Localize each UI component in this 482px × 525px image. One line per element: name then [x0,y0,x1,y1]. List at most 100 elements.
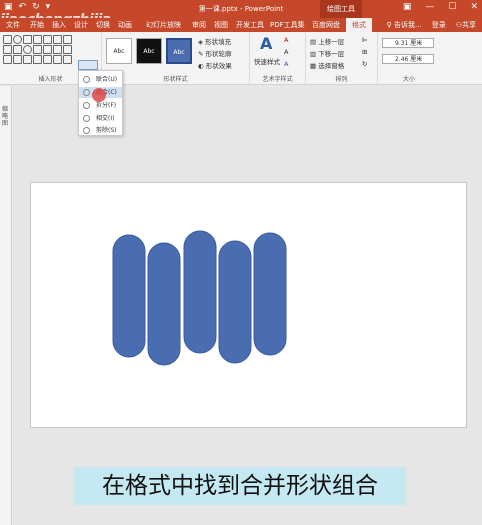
rotate-icon[interactable]: ↻ [362,60,367,68]
tab-insert[interactable]: 插入 [52,20,66,30]
subtract-icon [83,127,90,134]
text-outline-icon[interactable]: A [284,48,288,56]
arrange-group: ▤ 上移一层 ▥ 下移一层 ▦ 选择窗格 ⊫ ⊞ ↻ 排列 [306,32,378,85]
tab-format[interactable]: 格式 [346,18,372,32]
style-swatch-blue[interactable]: Abc [166,38,192,64]
tab-review[interactable]: 审阅 [192,20,206,30]
shape-plaque-icon[interactable] [63,55,72,64]
combine-icon [83,89,90,96]
merge-item-union[interactable]: 联合(U) [83,74,117,85]
shape-star-icon[interactable] [13,45,22,54]
shape-callout-icon[interactable] [53,45,62,54]
text-fill-icon[interactable]: A [284,36,288,44]
union-icon [83,76,90,83]
tab-home[interactable]: 开始 [30,20,44,30]
maximize-icon[interactable]: ☐ [448,2,456,12]
tab-slideshow[interactable]: 幻灯片放映 [146,20,181,30]
shape-gallery [3,35,72,64]
tab-pdf-tools[interactable]: PDF工具集 [270,20,305,30]
lightbulb-icon: ♀ [386,21,395,29]
merge-item-intersect[interactable]: 相交(I) [83,113,114,124]
shape-curve-icon[interactable] [43,45,52,54]
tab-transitions[interactable]: 切换 [96,20,110,30]
thumbnail-pane-label: 缩略图 [2,106,9,127]
tell-me-search[interactable]: ♀ 告诉我... [387,20,422,30]
send-backward-icon: ▥ [310,50,319,58]
shape-height-input[interactable]: 9.31 厘米 [382,38,434,48]
shape-line-icon[interactable] [23,35,32,44]
minimize-icon[interactable]: — [425,2,434,12]
shape-effects-button[interactable]: ◐ 形状效果 [198,60,232,70]
shape-pentagon-icon[interactable] [3,45,12,54]
shape-arrow-icon[interactable] [33,35,42,44]
powerpoint-window: ▣ ↶ ↻ ▾ 第一课.pptx - PowerPoint 绘图工具 ▣ — ☐… [0,0,482,525]
rounded-bar-4[interactable] [218,240,252,364]
tab-view[interactable]: 视图 [214,20,228,30]
wordart-styles-label: 艺术字样式 [262,76,293,83]
shape-triangle-icon[interactable] [43,35,52,44]
shape-moon-icon[interactable] [43,55,52,64]
tab-baidu-netdisk[interactable]: 百度网盘 [312,20,340,30]
tutorial-caption: 在格式中找到合并形状组合 [74,467,406,505]
tab-animations[interactable]: 动画 [118,20,132,30]
shape-cloud-icon[interactable] [13,55,22,64]
merge-shapes-button[interactable] [78,60,98,70]
shape-heart-icon[interactable] [23,55,32,64]
tab-file[interactable]: 文件 [6,20,20,30]
shape-outline-button[interactable]: ✎ 形状轮廓 [198,48,232,58]
shape-rect-icon[interactable] [3,35,12,44]
slide-shapes [112,230,287,366]
shape-width-input[interactable]: 2.46 厘米 [382,54,434,64]
effects-icon: ◐ [198,62,206,70]
merge-item-subtract[interactable]: 剪除(S) [83,125,117,136]
shape-oval-icon[interactable] [13,35,22,44]
window-controls: ▣ — ☐ ✕ [403,2,478,12]
ribbon: 插入形状 Abc Abc Abc ◈ 形状填充 ✎ 形状轮廓 ◐ 形状效果 形状… [0,32,482,85]
shape-fill-button[interactable]: ◈ 形状填充 [198,36,231,46]
wordart-a-icon[interactable]: A [260,34,272,53]
shape-textbox-icon[interactable] [63,35,72,44]
pen-icon: ✎ [198,50,206,58]
rounded-bar-3[interactable] [183,230,217,354]
shape-rounded-rect-icon[interactable] [53,35,62,44]
shape-brace-icon[interactable] [33,45,42,54]
sign-in-link[interactable]: 登录 [432,20,446,30]
shape-styles-label: 形状样式 [163,76,188,83]
rounded-bar-2[interactable] [147,242,181,366]
share-button[interactable]: ⚇共享 [456,20,476,30]
close-icon[interactable]: ✕ [470,2,478,12]
size-group: 9.31 厘米 2.46 厘米 大小 [378,32,440,85]
intersect-icon [83,115,90,122]
tab-design[interactable]: 设计 [74,20,88,30]
shape-styles-group: Abc Abc Abc ◈ 形状填充 ✎ 形状轮廓 ◐ 形状效果 形状样式 [102,32,250,85]
fragment-icon [83,102,90,109]
cursor-highlight [92,88,106,102]
ribbon-display-icon[interactable]: ▣ [403,2,412,12]
ribbon-tab-row: 文件 开始 插入 设计 切换 动画 幻灯片放映 审阅 视图 开发工具 PDF工具… [0,18,482,32]
rounded-bar-5[interactable] [253,232,287,356]
align-icon[interactable]: ⊫ [362,36,368,44]
bring-forward-icon: ▤ [310,38,319,46]
rounded-bar-1[interactable] [112,234,146,358]
bring-forward-button[interactable]: ▤ 上移一层 [310,36,344,46]
shape-wave-icon[interactable] [3,55,12,64]
shape-circle-icon[interactable] [23,45,32,54]
shape-sun-icon[interactable] [53,55,62,64]
size-label: 大小 [402,76,415,83]
group-icon[interactable]: ⊞ [362,48,367,56]
drawing-tools-label: 绘图工具 [320,0,362,18]
send-backward-button[interactable]: ▥ 下移一层 [310,48,344,58]
arrange-label: 排列 [335,76,348,83]
style-swatch-black[interactable]: Abc [136,38,162,64]
wordart-styles-group: A 快速样式 A A A 艺术字样式 [250,32,306,85]
tab-row-right: ♀ 告诉我... 登录 ⚇共享 [387,20,476,30]
tab-developer[interactable]: 开发工具 [236,20,264,30]
style-swatch-white[interactable]: Abc [106,38,132,64]
quick-styles-button[interactable]: 快速样式 [254,56,280,66]
thumbnail-pane[interactable]: 缩略图 [0,86,12,525]
text-effects-icon[interactable]: A [284,60,288,68]
shape-bolt-icon[interactable] [33,55,42,64]
slide-canvas[interactable] [30,182,467,428]
selection-pane-button[interactable]: ▦ 选择窗格 [310,60,344,70]
shape-more-icon[interactable] [63,45,72,54]
